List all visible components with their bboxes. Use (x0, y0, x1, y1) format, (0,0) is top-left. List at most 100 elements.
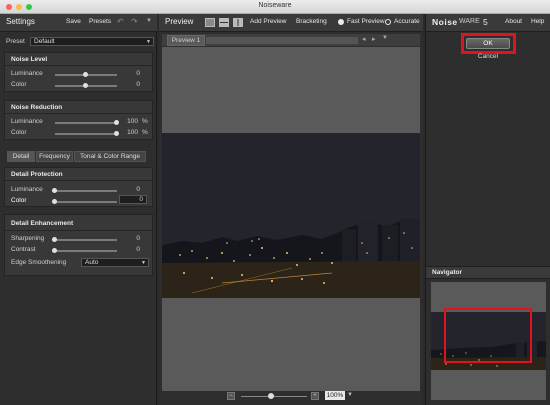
noise-reduction-luminance-value: 100 (127, 118, 138, 125)
undo-icon[interactable]: ↶ (117, 17, 124, 26)
settings-panel: Settings Save Presets ↶ ↷ ▼ Preset Defau… (0, 14, 157, 405)
presets-button[interactable]: Presets (89, 18, 111, 25)
detail-protection-color-slider[interactable] (52, 199, 117, 204)
preview-title: Preview (165, 17, 194, 26)
noise-level-luminance-label: Luminance (11, 70, 43, 77)
version-number: 5 (483, 17, 488, 27)
ok-button[interactable]: OK (466, 38, 510, 49)
chevron-down-icon: ▼ (141, 260, 146, 266)
noise-level-luminance-value: 0 (136, 70, 140, 77)
contrast-value: 0 (136, 246, 140, 253)
tab-preview-1[interactable]: Preview 1 (167, 35, 205, 46)
zoom-level-field[interactable]: 100% (325, 391, 345, 400)
redo-icon[interactable]: ↷ (131, 17, 138, 26)
settings-title: Settings (6, 17, 35, 26)
preview-tab-bar: Preview 1 ◂ ▸ ▼ (162, 34, 420, 46)
city-night-image (162, 133, 420, 298)
noise-reduction-color-label: Color (11, 129, 27, 136)
detail-enhancement-section: Detail Enhancement Sharpening 0 Contrast… (4, 214, 153, 276)
cancel-button[interactable]: Cancel (466, 52, 510, 61)
add-preview-button[interactable]: Add Preview (250, 18, 287, 25)
sharpening-label: Sharpening (11, 235, 45, 242)
detail-protection-color-value: 0 (139, 196, 143, 203)
fast-preview-radio[interactable] (338, 19, 344, 25)
tab-detail[interactable]: Detail (7, 151, 35, 162)
preset-label: Preset (6, 38, 25, 45)
noise-level-section: Noise Level Luminance 0 Color 0 (4, 52, 153, 92)
help-button[interactable]: Help (531, 18, 544, 25)
divider (5, 180, 152, 181)
preset-value: Default (34, 38, 55, 45)
edge-smoothening-value: Auto (85, 259, 99, 266)
chevron-down-icon[interactable]: ▼ (347, 392, 353, 398)
slider-thumb[interactable] (52, 237, 57, 242)
slider-thumb[interactable] (52, 248, 57, 253)
slider-thumb[interactable] (52, 188, 57, 193)
detail-protection-luminance-label: Luminance (11, 186, 43, 193)
window-title: Noiseware (258, 2, 292, 9)
split-vertical-icon[interactable] (233, 18, 243, 27)
zoom-slider[interactable] (241, 393, 307, 399)
noise-level-color-slider[interactable] (55, 83, 117, 88)
chevron-down-icon[interactable]: ▼ (146, 18, 152, 24)
chevron-down-icon: ▼ (146, 39, 151, 45)
split-horizontal-icon[interactable] (219, 18, 229, 27)
chevron-right-icon[interactable]: ▸ (372, 35, 376, 43)
preset-dropdown[interactable]: Default ▼ (30, 37, 154, 46)
navigator-title: Navigator (432, 269, 462, 276)
contrast-slider[interactable] (52, 248, 117, 253)
contrast-label: Contrast (11, 246, 36, 253)
noise-reduction-section: Noise Reduction Luminance 100 % Color 10… (4, 100, 153, 140)
navigator-header: Navigator (426, 266, 550, 279)
noise-reduction-title: Noise Reduction (11, 104, 63, 111)
noise-level-color-value: 0 (136, 81, 140, 88)
preview-image (162, 133, 420, 298)
edge-smoothening-label: Edge Smoothening (11, 259, 67, 266)
slider-thumb[interactable] (114, 131, 119, 136)
sharpening-slider[interactable] (52, 237, 117, 242)
detail-protection-color-input[interactable]: 0 (119, 195, 147, 204)
detail-protection-color-label: Color (11, 197, 27, 204)
noise-level-title: Noise Level (11, 56, 48, 63)
right-panel: Noise ware 5 About Help OK Cancel Naviga… (425, 14, 550, 405)
tab-tonal-color-range[interactable]: Tonal & Color Range (74, 151, 146, 162)
chevron-down-icon[interactable]: ▼ (382, 35, 388, 41)
edge-smoothening-dropdown[interactable]: Auto ▼ (81, 258, 149, 267)
about-button[interactable]: About (505, 18, 522, 25)
percent-unit: % (142, 118, 148, 125)
preview-toolbar: Preview Add Preview Bracketing Fast Prev… (159, 14, 423, 32)
navigator-view-rectangle[interactable] (444, 308, 532, 363)
slider-thumb[interactable] (268, 393, 274, 399)
detail-protection-luminance-slider[interactable] (52, 188, 117, 193)
slider-thumb[interactable] (83, 72, 88, 77)
bracketing-button[interactable]: Bracketing (296, 18, 327, 25)
preview-panel: Preview Add Preview Bracketing Fast Prev… (159, 14, 423, 405)
noise-level-luminance-slider[interactable] (55, 72, 117, 77)
detail-protection-luminance-value: 0 (136, 186, 140, 193)
logo-noise: Noise (432, 17, 458, 27)
noise-reduction-color-slider[interactable] (55, 131, 119, 136)
noise-reduction-luminance-slider[interactable] (55, 120, 119, 125)
navigator-viewport[interactable] (431, 282, 546, 400)
brand-toolbar: Noise ware 5 About Help (426, 14, 550, 32)
slider-thumb[interactable] (114, 120, 119, 125)
window-titlebar: Noiseware (0, 0, 550, 14)
divider (5, 113, 152, 114)
slider-thumb[interactable] (83, 83, 88, 88)
zoom-in-button[interactable]: + (311, 392, 319, 400)
accurate-radio[interactable] (385, 19, 391, 25)
slider-thumb[interactable] (52, 199, 57, 204)
noise-reduction-color-value: 100 (127, 129, 138, 136)
accurate-label: Accurate (394, 18, 420, 25)
zoom-out-button[interactable]: − (227, 392, 235, 400)
sharpening-value: 0 (136, 235, 140, 242)
preview-canvas[interactable] (162, 47, 420, 391)
noise-reduction-luminance-label: Luminance (11, 118, 43, 125)
tab-frequency[interactable]: Frequency (36, 151, 73, 162)
detail-protection-section: Detail Protection Luminance 0 Color 0 (4, 167, 153, 207)
tab-filler (206, 37, 358, 44)
single-view-icon[interactable] (205, 18, 215, 27)
fast-preview-label: Fast Preview (347, 18, 385, 25)
chevron-left-icon[interactable]: ◂ (362, 35, 366, 43)
save-button[interactable]: Save (66, 18, 81, 25)
